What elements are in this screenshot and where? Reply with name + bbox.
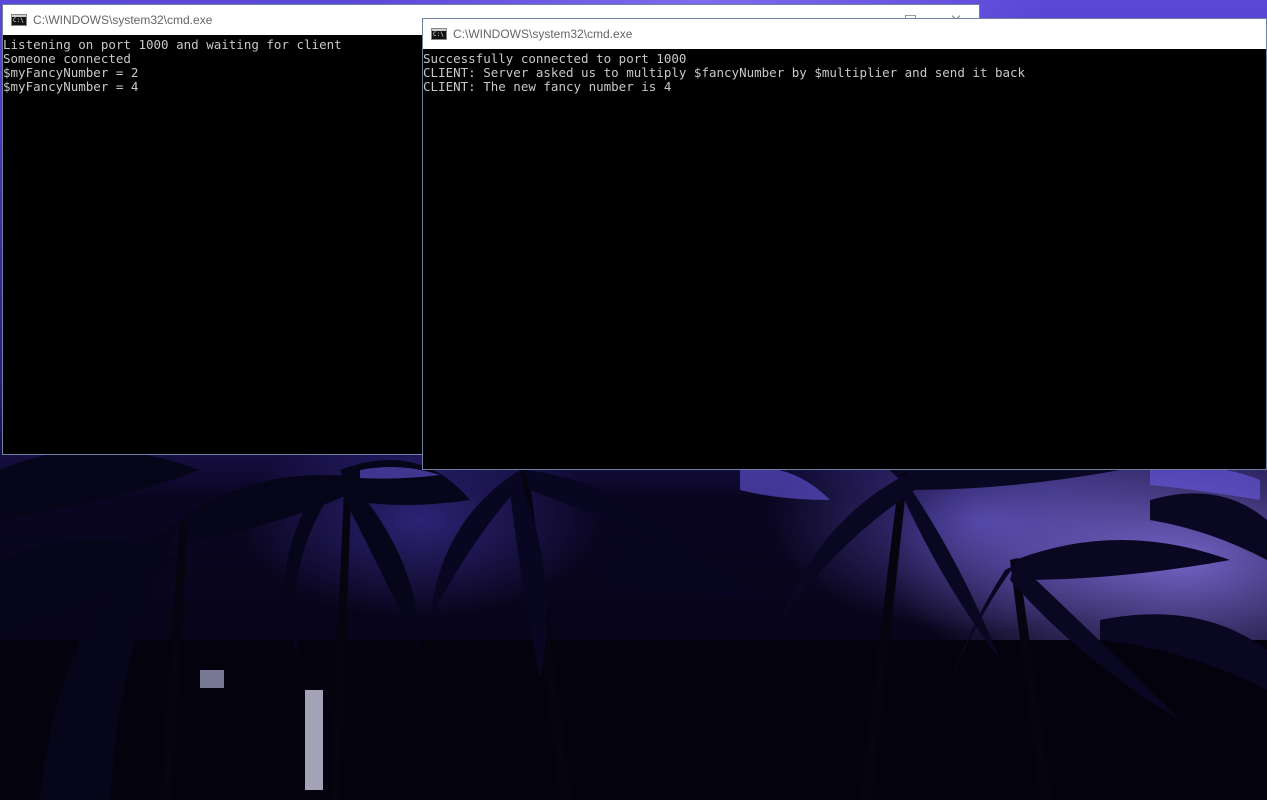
window-title: C:\WINDOWS\system32\cmd.exe (33, 13, 213, 27)
console-line: CLIENT: Server asked us to multiply $fan… (423, 65, 1026, 80)
console-line: CLIENT: The new fancy number is 4 (423, 79, 672, 94)
title-bar[interactable]: C:\WINDOWS\system32\cmd.exe (423, 19, 1266, 49)
window-title: C:\WINDOWS\system32\cmd.exe (453, 27, 633, 41)
cmd-icon (431, 28, 447, 40)
cmd-window-client[interactable]: C:\WINDOWS\system32\cmd.exe Successfully… (422, 18, 1267, 470)
console-line: Successfully connected to port 1000 (423, 51, 687, 66)
cmd-icon (11, 14, 27, 26)
desktop: C:\WINDOWS\system32\cmd.exe ✕ Listening … (0, 0, 1267, 800)
console-output[interactable]: Successfully connected to port 1000 CLIE… (423, 49, 1266, 469)
